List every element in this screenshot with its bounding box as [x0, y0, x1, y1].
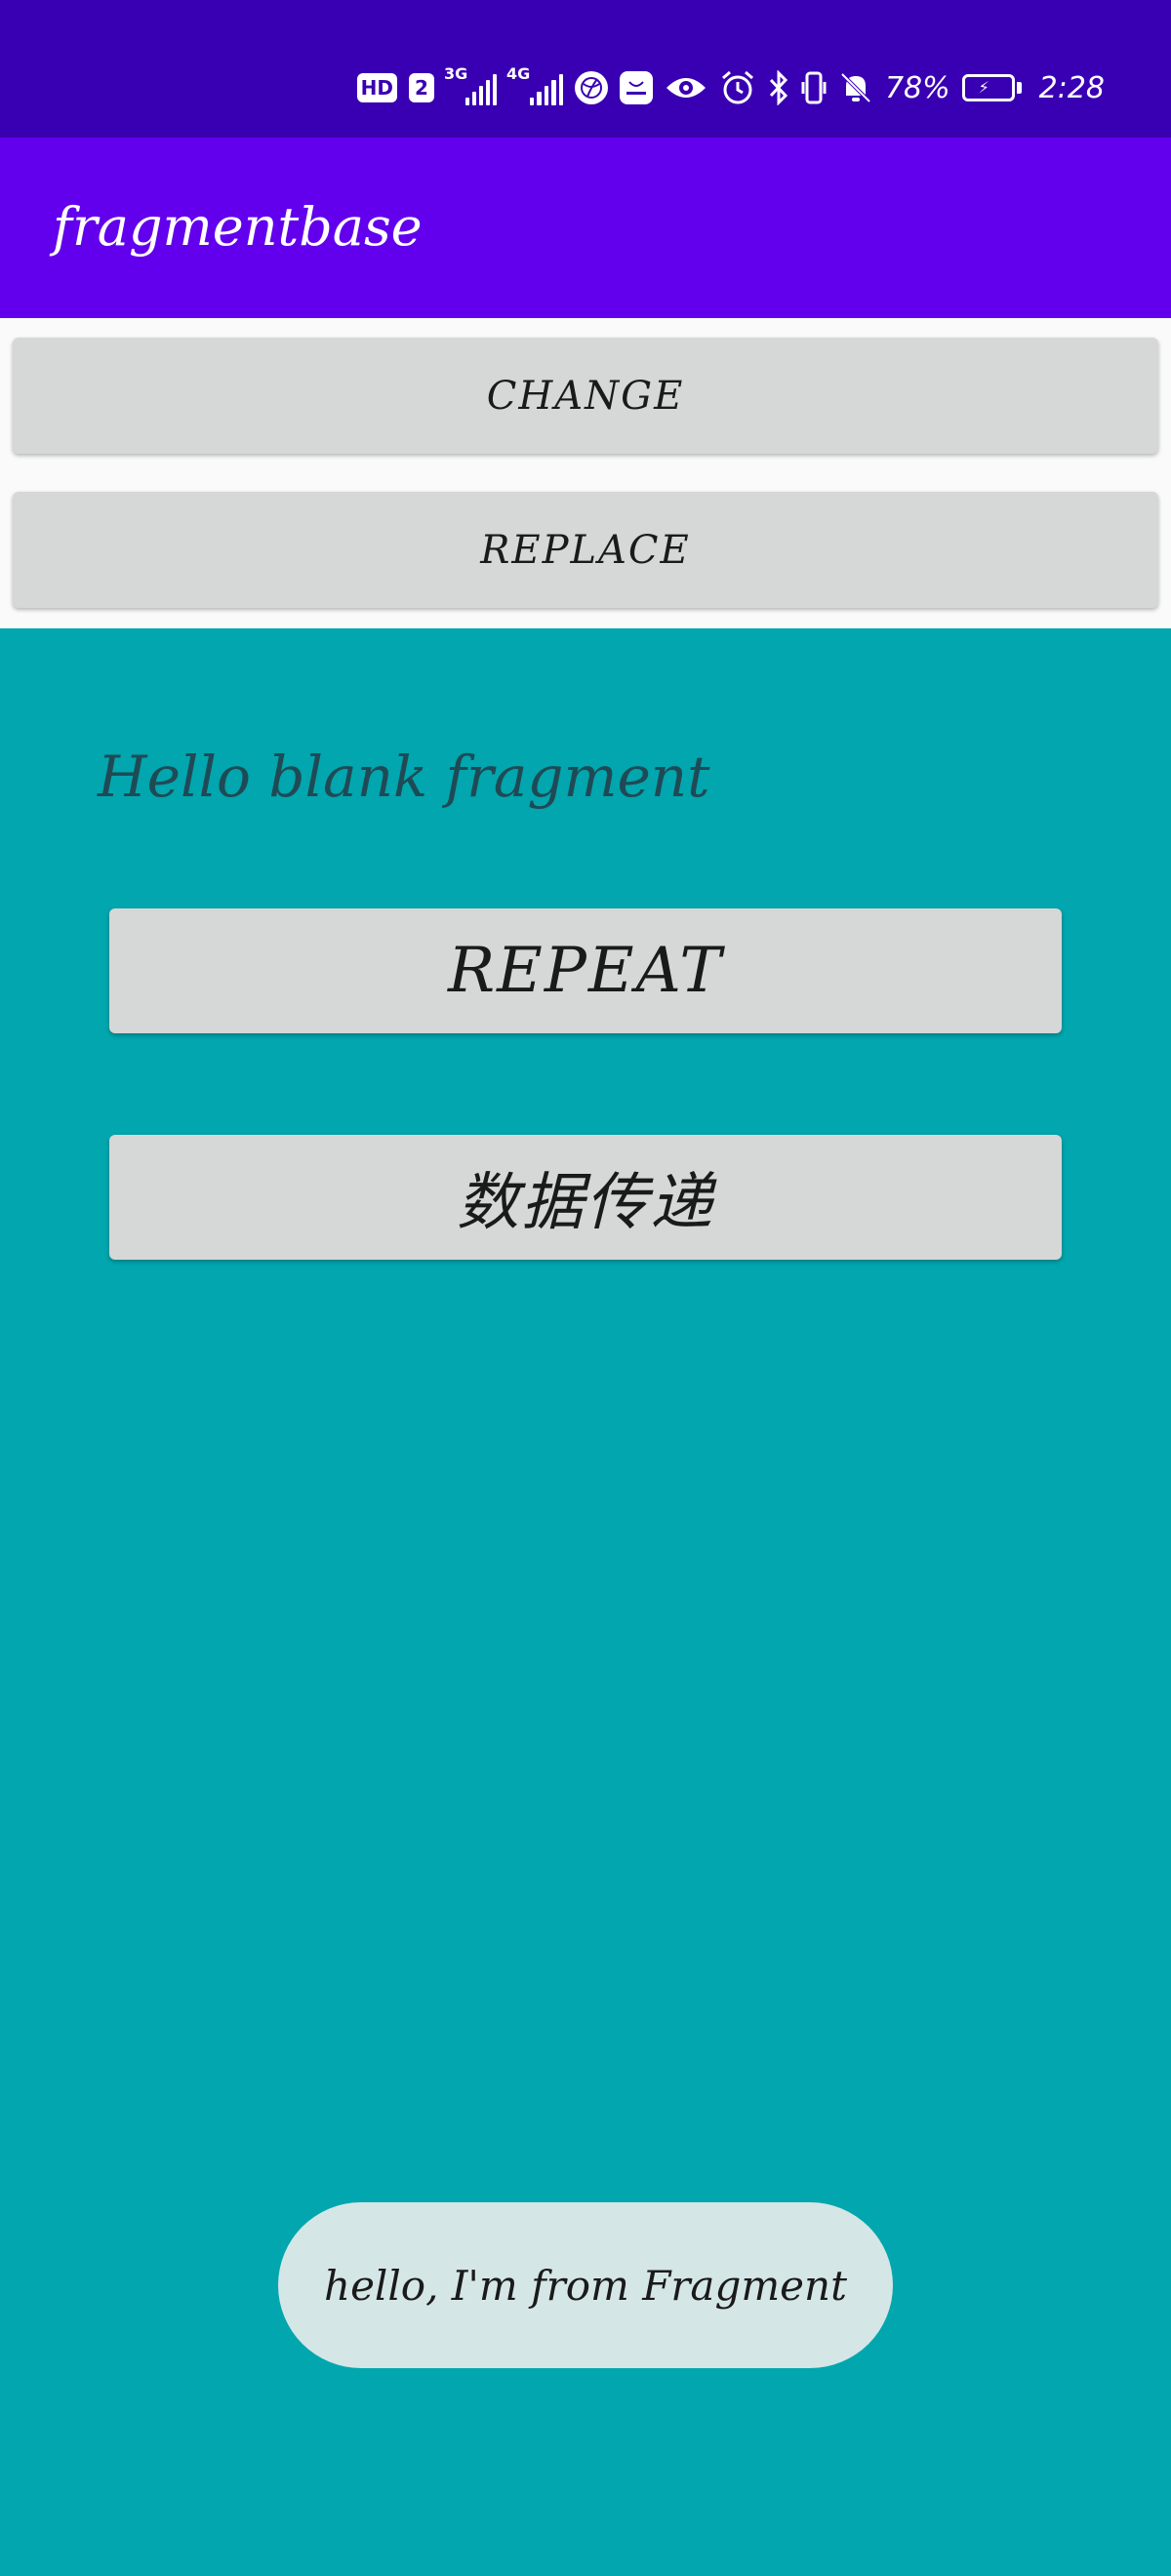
bluetooth-icon: [768, 70, 789, 105]
clock: 2:28: [1038, 70, 1105, 105]
change-button[interactable]: CHANGE: [13, 338, 1158, 454]
activity-buttons: CHANGE REPLACE: [0, 318, 1171, 628]
signal-4g-icon: 4G: [506, 64, 563, 105]
sim2-icon: 2: [409, 73, 434, 102]
huawei-icon: [619, 71, 653, 104]
vibrate-icon: [801, 70, 827, 105]
app-title: fragmentbase: [53, 196, 423, 258]
battery-percent: 78%: [884, 70, 950, 105]
status-bar: HD 2 3G 4G 78% ⚡ 2:28: [0, 0, 1171, 138]
fragment-text: Hello blank fragment: [98, 744, 710, 810]
mute-bell-icon: [838, 70, 873, 105]
hd-icon: HD: [356, 73, 398, 102]
status-icons: HD 2 3G 4G 78% ⚡ 2:28: [356, 60, 1105, 115]
toast-message: hello, I'm from Fragment: [278, 2202, 893, 2368]
alarm-icon: [719, 69, 756, 106]
app-bar: fragmentbase: [0, 138, 1171, 318]
signal-3g-label: 3G: [443, 64, 468, 83]
battery-charging-icon: ⚡: [961, 74, 1022, 101]
ball-icon: [574, 71, 608, 104]
signal-4g-label: 4G: [505, 64, 531, 83]
signal-3g-icon: 3G: [444, 64, 497, 105]
replace-button[interactable]: REPLACE: [13, 492, 1158, 608]
pass-data-button[interactable]: 数据传递: [109, 1135, 1062, 1260]
repeat-button[interactable]: REPEAT: [109, 908, 1062, 1033]
eye-icon: [665, 73, 707, 102]
